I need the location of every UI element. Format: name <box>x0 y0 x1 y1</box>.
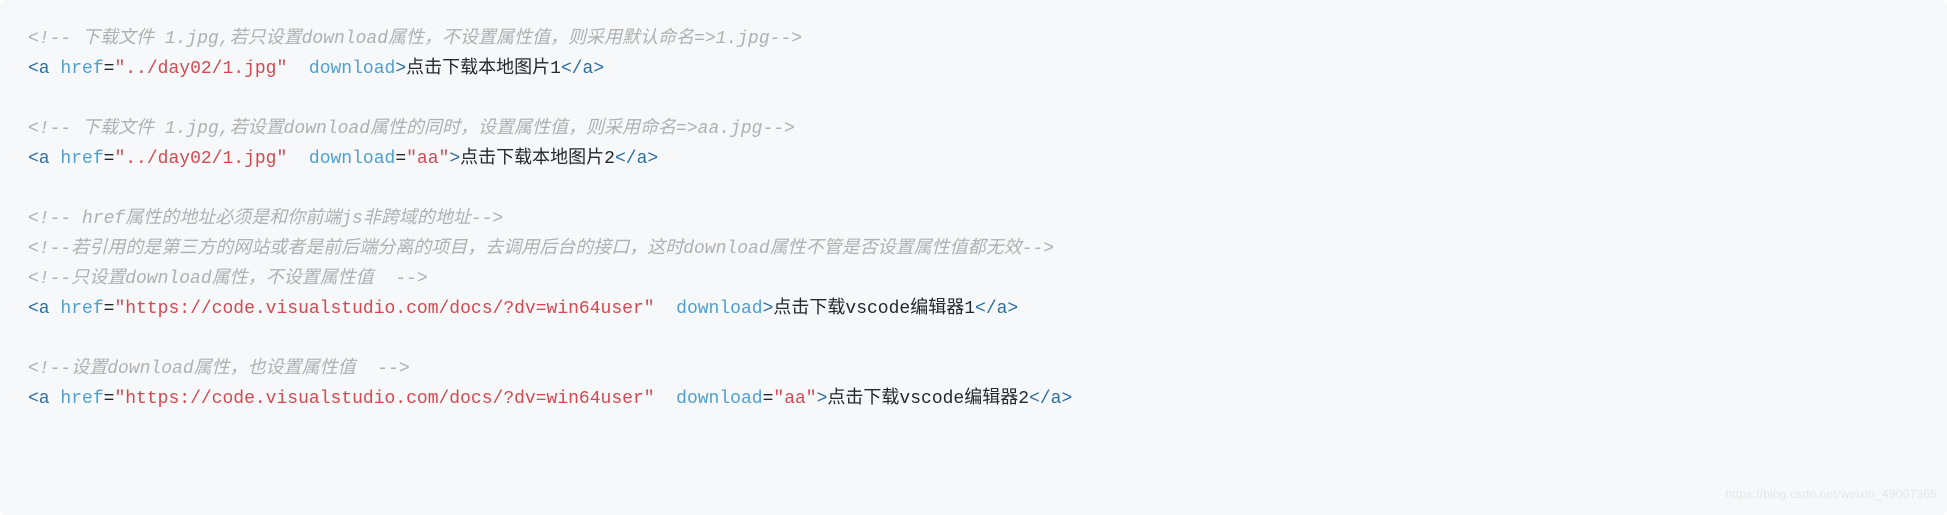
code-token <box>655 389 677 409</box>
code-token: download <box>309 59 395 79</box>
code-token: = <box>104 389 115 409</box>
code-token: 点击下载vscode编辑器1 <box>773 299 975 319</box>
code-token: <!-- 下载文件 1.jpg,若只设置download属性，不设置属性值，则采… <box>28 29 802 49</box>
code-token: href <box>60 149 103 169</box>
code-token: 点击下载本地图片2 <box>460 149 615 169</box>
code-token: download <box>676 299 762 319</box>
code-line: <!-- 下载文件 1.jpg,若设置download属性的同时，设置属性值，则… <box>28 119 795 139</box>
code-line: <!--只设置download属性，不设置属性值 --> <box>28 269 428 289</box>
code-token: <!--设置download属性，也设置属性值 --> <box>28 359 410 379</box>
code-token <box>50 299 61 319</box>
code-token: <a <box>28 389 50 409</box>
code-token <box>287 149 309 169</box>
code-token: <!--只设置download属性，不设置属性值 --> <box>28 269 428 289</box>
code-line: <a href="../day02/1.jpg" download="aa">点… <box>28 149 658 169</box>
watermark-text: https://blog.csdn.net/weixin_49007365 <box>1725 479 1937 509</box>
code-token: <a <box>28 299 50 319</box>
code-token: </a> <box>561 59 604 79</box>
code-line: <!--设置download属性，也设置属性值 --> <box>28 359 410 379</box>
code-token: = <box>395 149 406 169</box>
code-token: "aa" <box>773 389 816 409</box>
code-token: > <box>449 149 460 169</box>
code-token <box>50 149 61 169</box>
code-token: </a> <box>1029 389 1072 409</box>
code-token: > <box>817 389 828 409</box>
code-token: <!--若引用的是第三方的网站或者是前后端分离的项目，去调用后台的接口，这时do… <box>28 239 1054 259</box>
code-line: <a href="../day02/1.jpg" download>点击下载本地… <box>28 59 604 79</box>
code-token <box>287 59 309 79</box>
code-token: <!-- href属性的地址必须是和你前端js非跨域的地址--> <box>28 209 503 229</box>
code-token: href <box>60 59 103 79</box>
code-token: href <box>60 299 103 319</box>
code-token: download <box>676 389 762 409</box>
code-token <box>50 389 61 409</box>
code-token: > <box>763 299 774 319</box>
code-token: "../day02/1.jpg" <box>114 149 287 169</box>
code-token: </a> <box>975 299 1018 319</box>
code-token: <!-- 下载文件 1.jpg,若设置download属性的同时，设置属性值，则… <box>28 119 795 139</box>
code-token: = <box>104 149 115 169</box>
code-token: </a> <box>615 149 658 169</box>
code-token: 点击下载vscode编辑器2 <box>827 389 1029 409</box>
code-token: <a <box>28 149 50 169</box>
code-token: = <box>104 59 115 79</box>
code-token: "../day02/1.jpg" <box>114 59 287 79</box>
code-token: href <box>60 389 103 409</box>
code-line: <!-- 下载文件 1.jpg,若只设置download属性，不设置属性值，则采… <box>28 29 802 49</box>
code-token: > <box>395 59 406 79</box>
code-token: "https://code.visualstudio.com/docs/?dv=… <box>114 299 654 319</box>
code-token: download <box>309 149 395 169</box>
code-line: <!-- href属性的地址必须是和你前端js非跨域的地址--> <box>28 209 503 229</box>
code-token: <a <box>28 59 50 79</box>
code-line: <a href="https://code.visualstudio.com/d… <box>28 299 1018 319</box>
code-token: "https://code.visualstudio.com/docs/?dv=… <box>114 389 654 409</box>
code-block: <!-- 下载文件 1.jpg,若只设置download属性，不设置属性值，则采… <box>0 0 1947 515</box>
code-line: <!--若引用的是第三方的网站或者是前后端分离的项目，去调用后台的接口，这时do… <box>28 239 1054 259</box>
code-token: "aa" <box>406 149 449 169</box>
code-line: <a href="https://code.visualstudio.com/d… <box>28 389 1072 409</box>
code-token: 点击下载本地图片1 <box>406 59 561 79</box>
code-token: = <box>104 299 115 319</box>
code-token <box>655 299 677 319</box>
code-token: = <box>763 389 774 409</box>
code-token <box>50 59 61 79</box>
